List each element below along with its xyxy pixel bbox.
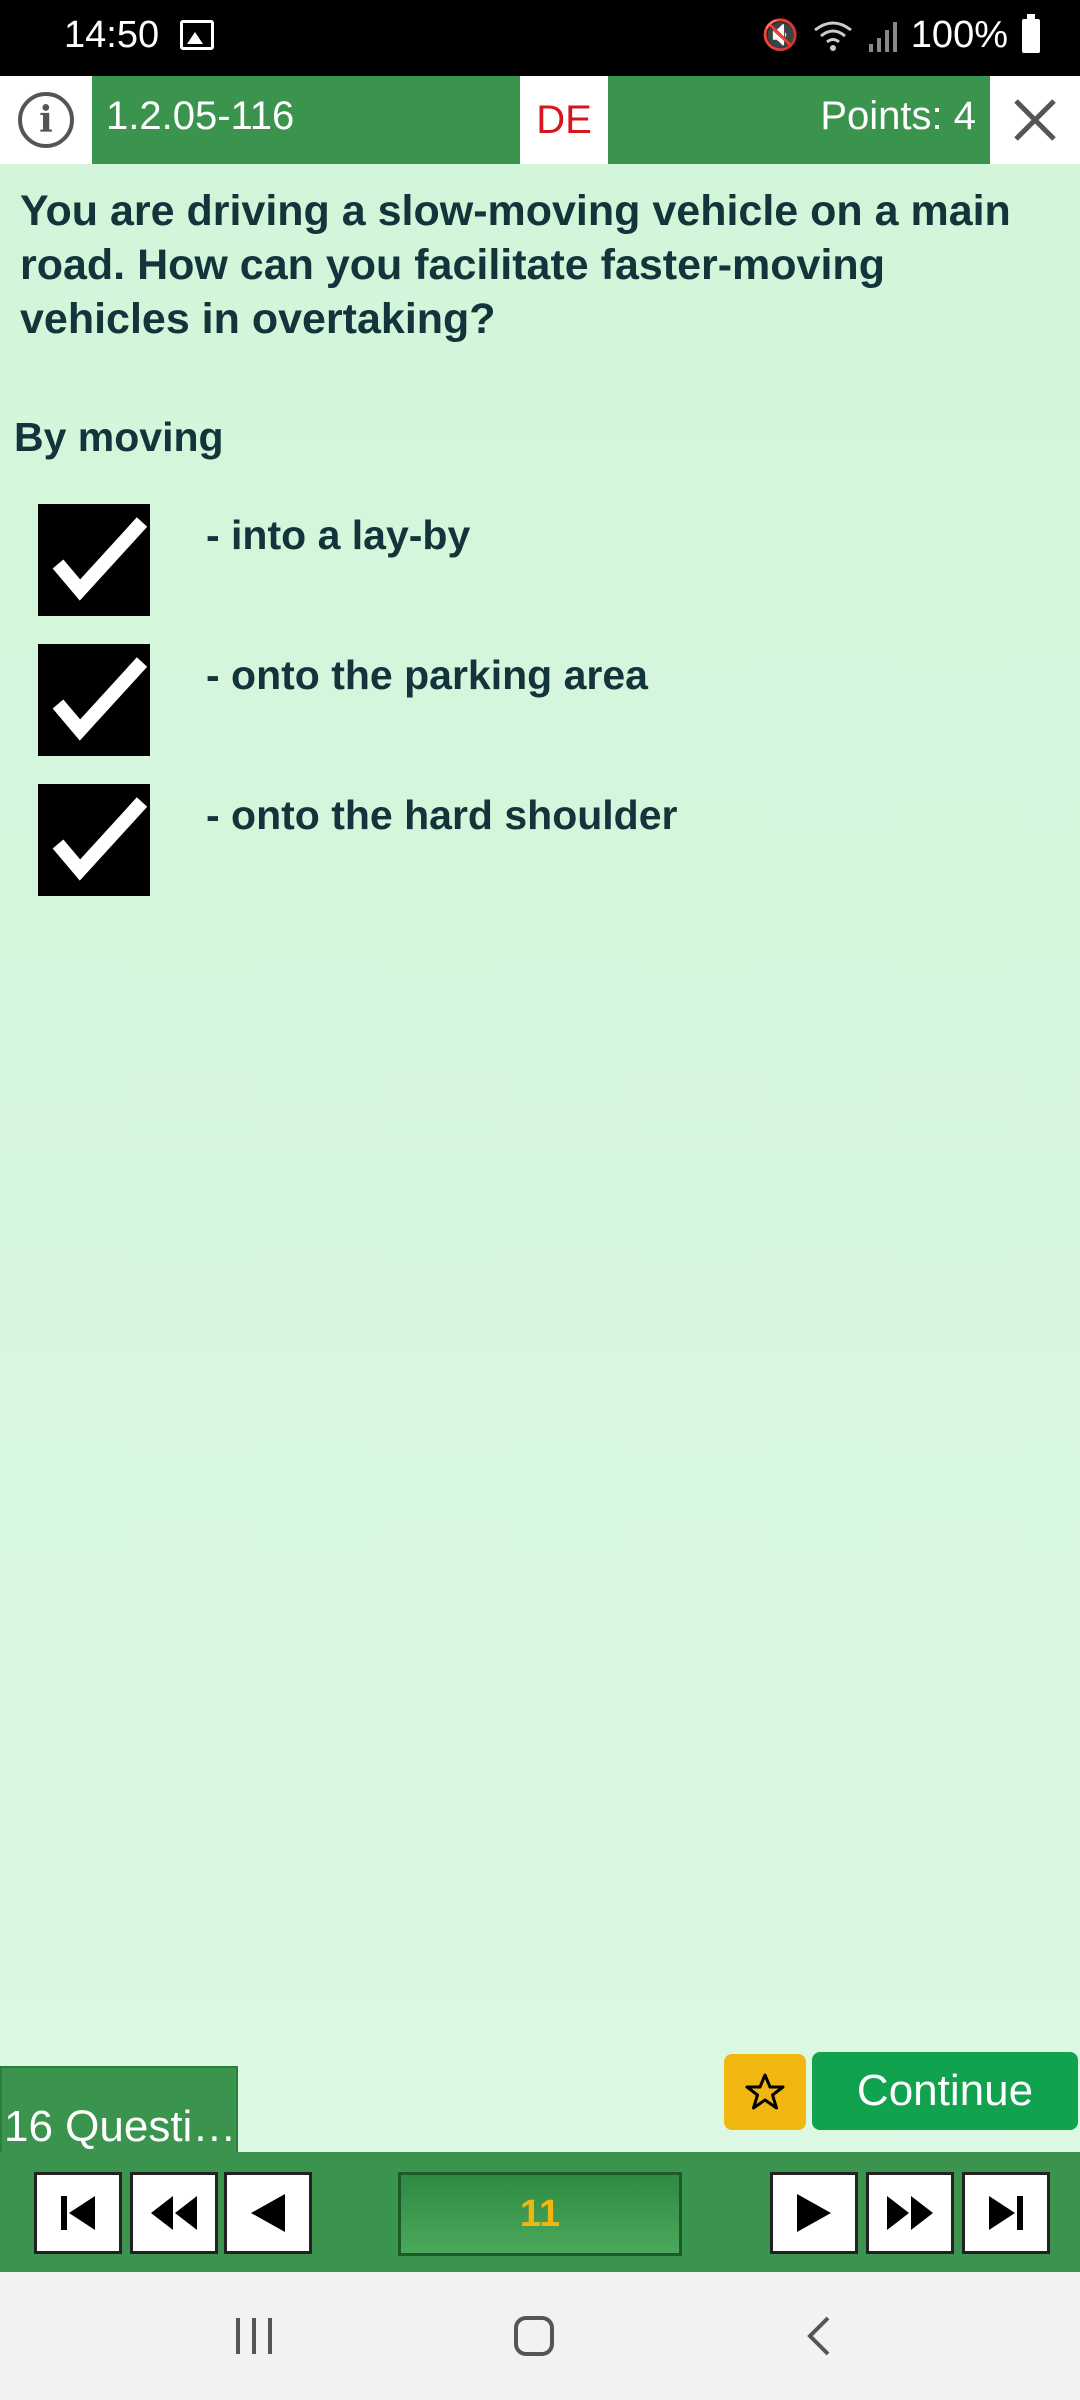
signal-icon xyxy=(868,21,897,52)
continue-button[interactable]: Continue xyxy=(812,2052,1078,2130)
rewind-icon xyxy=(151,2196,197,2230)
fast-forward-icon xyxy=(887,2196,933,2230)
question-screen: i 1.2.05-116 DE Points: 4 You are drivin… xyxy=(0,76,1080,2272)
answer-option-3[interactable]: - onto the hard shoulder xyxy=(38,778,1038,898)
star-icon xyxy=(745,2073,785,2110)
language-button[interactable]: DE xyxy=(520,76,608,164)
status-time: 14:50 xyxy=(64,14,160,56)
fast-forward-button[interactable] xyxy=(866,2172,954,2254)
rewind-button[interactable] xyxy=(130,2172,218,2254)
status-indicators: 🔇 100% xyxy=(761,13,1040,57)
question-header: i 1.2.05-116 DE Points: 4 xyxy=(0,76,1080,164)
answer-label: - onto the parking area xyxy=(206,652,648,698)
bookmark-button[interactable] xyxy=(724,2054,806,2130)
battery-percent: 100% xyxy=(910,14,1008,56)
mute-icon: 🔇 xyxy=(761,19,799,52)
gallery-notification-icon xyxy=(180,20,214,50)
current-page-indicator[interactable]: 11 xyxy=(398,2172,682,2256)
answer-option-2[interactable]: - onto the parking area xyxy=(38,638,1038,758)
close-icon xyxy=(1014,99,1056,141)
battery-icon xyxy=(1022,13,1040,53)
answer-label: - onto the hard shoulder xyxy=(206,792,678,838)
checkbox-checked-icon[interactable] xyxy=(38,778,150,896)
checkbox-checked-icon[interactable] xyxy=(38,638,150,756)
home-icon[interactable] xyxy=(510,2312,558,2360)
skip-first-icon xyxy=(61,2196,95,2230)
close-button[interactable] xyxy=(990,76,1080,164)
next-icon xyxy=(797,2194,831,2232)
points-label: Points: 4 xyxy=(820,94,976,138)
previous-icon xyxy=(251,2194,285,2232)
previous-button[interactable] xyxy=(224,2172,312,2254)
question-id: 1.2.05-116 xyxy=(106,94,295,138)
first-question-button[interactable] xyxy=(34,2172,122,2254)
question-navigation: 11 xyxy=(0,2156,1080,2272)
info-icon: i xyxy=(18,92,74,148)
checkbox-checked-icon[interactable] xyxy=(38,498,150,616)
answer-option-1[interactable]: - into a lay-by xyxy=(38,498,1038,618)
status-bar: 14:50 🔇 100% xyxy=(0,0,1080,76)
skip-last-icon xyxy=(989,2196,1023,2230)
answer-label: - into a lay-by xyxy=(206,512,471,558)
next-button[interactable] xyxy=(770,2172,858,2254)
back-icon[interactable] xyxy=(796,2312,844,2360)
last-question-button[interactable] xyxy=(962,2172,1050,2254)
wifi-icon xyxy=(813,21,852,51)
system-navigation-bar xyxy=(0,2272,1080,2400)
recent-apps-icon[interactable] xyxy=(230,2312,278,2360)
question-stem: By moving xyxy=(14,414,224,460)
info-button[interactable]: i xyxy=(0,76,92,164)
question-text: You are driving a slow-moving vehicle on… xyxy=(20,187,1011,343)
